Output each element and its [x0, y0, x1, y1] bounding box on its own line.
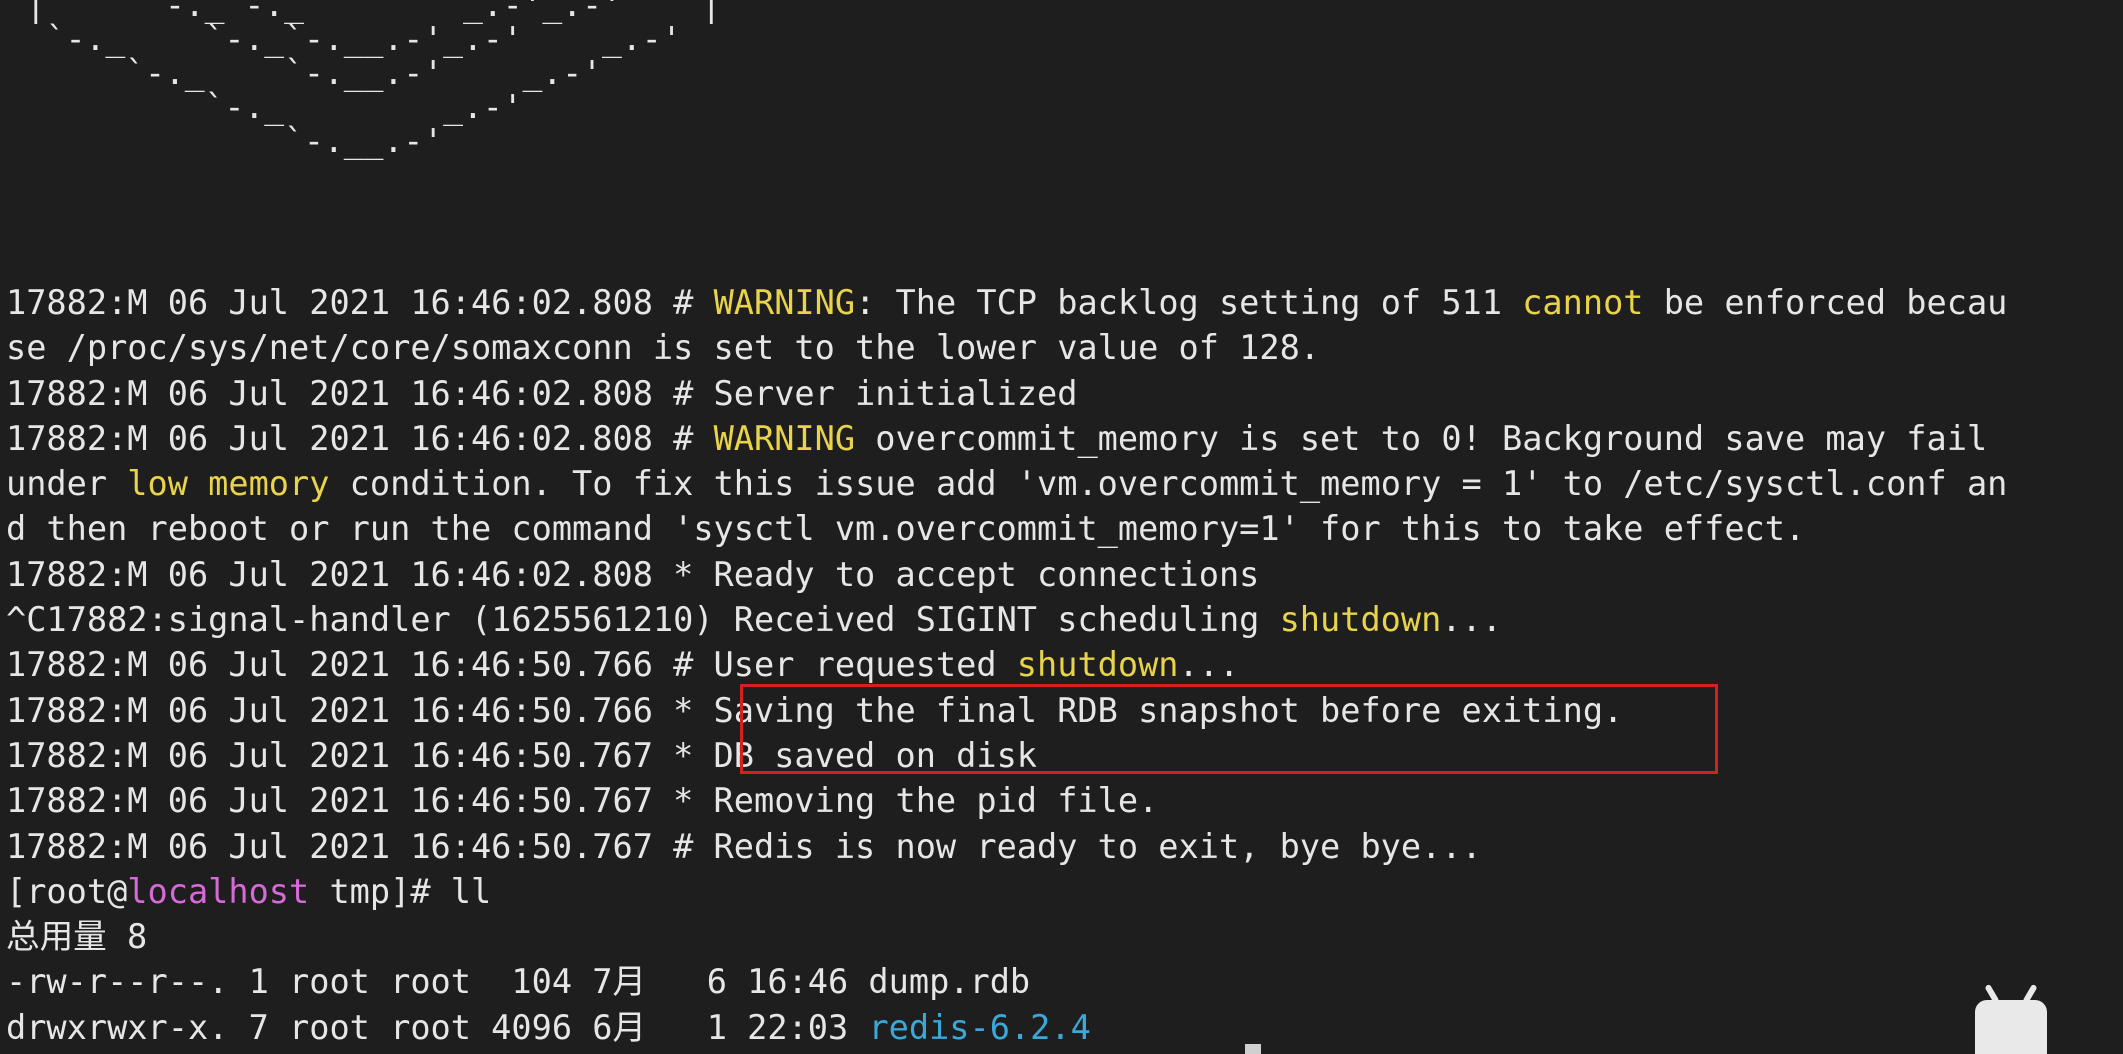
shell-prompt: [root@localhost tmp]# ll [6, 871, 492, 911]
text-cursor [1245, 1044, 1261, 1054]
ls-total: 总用量 8 [6, 917, 148, 957]
log-line: 17882:M 06 Jul 2021 16:46:50.767 # Redis… [6, 826, 1482, 866]
log-line: under low memory condition. To fix this … [6, 464, 2008, 504]
ls-entry-file: -rw-r--r--. 1 root root 104 7月 6 16:46 d… [6, 962, 1031, 1002]
ascii-logo-line: `-.__.-' [6, 121, 444, 160]
highlight-box [740, 684, 1718, 774]
log-line: d then reboot or run the command 'sysctl… [6, 509, 1806, 549]
prompt-hostname: localhost [127, 871, 310, 911]
tv-watermark-icon [1975, 1000, 2047, 1054]
log-line: 17882:M 06 Jul 2021 16:46:02.808 * Ready… [6, 554, 1260, 594]
log-line: 17882:M 06 Jul 2021 16:46:02.808 # WARNI… [6, 418, 1988, 458]
directory-name: redis-6.2.4 [868, 1007, 1091, 1047]
log-line: 17882:M 06 Jul 2021 16:46:02.808 # Serve… [6, 373, 1078, 413]
log-line: 17882:M 06 Jul 2021 16:46:02.808 # WARNI… [6, 283, 2008, 322]
log-line: se /proc/sys/net/core/somaxconn is set t… [6, 328, 1321, 368]
log-line: 17882:M 06 Jul 2021 16:46:50.767 * Remov… [6, 781, 1159, 821]
log-line: ^C17882:signal-handler (1625561210) Rece… [6, 600, 1502, 640]
terminal-output: 17882:M 06 Jul 2021 16:46:02.808 # WARNI… [6, 280, 2123, 1050]
log-line: 17882:M 06 Jul 2021 16:46:50.766 # User … [6, 645, 1240, 685]
ls-entry-directory: drwxrwxr-x. 7 root root 4096 6月 1 22:03 … [6, 1007, 1091, 1047]
terminal-window[interactable]: | `-._`-._ _.-'_.-' | `-._ `-._`-.__.-'_… [0, 0, 2123, 1054]
redis-ascii-logo: | `-._`-._ _.-'_.-' | `-._ `-._`-.__.-'_… [6, 0, 721, 158]
